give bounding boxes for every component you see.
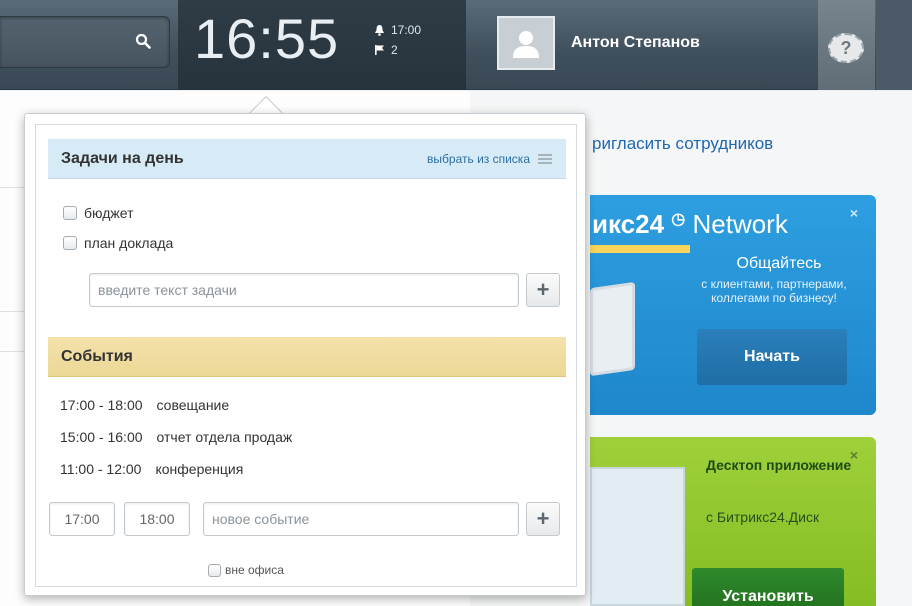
pick-from-list-link[interactable]: выбрать из списка bbox=[427, 139, 552, 179]
invite-employees-link[interactable]: ригласить сотрудников bbox=[592, 134, 773, 154]
close-icon[interactable]: × bbox=[850, 205, 858, 221]
list-menu-icon[interactable] bbox=[538, 154, 552, 164]
out-of-office-toggle[interactable]: вне офиса bbox=[208, 563, 284, 577]
avatar[interactable] bbox=[497, 16, 555, 70]
desktop-app-banner: Десктоп приложение с Битрикс24.Диск Уста… bbox=[590, 437, 876, 606]
tasks-title: Задачи на день bbox=[61, 150, 184, 167]
search-field[interactable] bbox=[0, 16, 170, 68]
user-silhouette-icon bbox=[513, 31, 539, 58]
clock-meta: 17:00 2 bbox=[374, 20, 421, 60]
clock-panel[interactable]: 16:55 17:00 2 bbox=[178, 0, 466, 90]
pick-from-list-label[interactable]: выбрать из списка bbox=[427, 139, 530, 179]
event-time: 17:00 - 18:00 bbox=[60, 397, 143, 413]
task-item[interactable]: план доклада bbox=[63, 235, 173, 251]
desktop-heading: Десктоп приложение bbox=[706, 457, 852, 473]
event-label: совещание bbox=[156, 397, 230, 413]
top-bar: 16:55 17:00 2 Антон Степанов ? bbox=[0, 0, 912, 90]
user-name[interactable]: Антон Степанов bbox=[571, 34, 700, 52]
events-header: События bbox=[48, 337, 566, 377]
out-of-office-checkbox[interactable] bbox=[208, 563, 221, 577]
task-label: план доклада bbox=[84, 235, 174, 251]
network-text: с клиентами, партнерами, коллегами по би… bbox=[701, 277, 847, 305]
logo-ribbon bbox=[590, 245, 690, 253]
new-event-input[interactable]: новое событие bbox=[203, 502, 519, 536]
add-task-button[interactable]: + bbox=[526, 273, 560, 307]
task-checkbox[interactable] bbox=[63, 206, 77, 220]
start-button[interactable]: Начать bbox=[697, 329, 847, 385]
event-time: 11:00 - 12:00 bbox=[60, 461, 142, 477]
event-item[interactable]: 15:00 - 16:00 отчет отдела продаж bbox=[60, 429, 292, 445]
flag-icon bbox=[375, 45, 384, 55]
logo-prefix: икс bbox=[592, 209, 636, 239]
task-input[interactable]: введите текст задачи bbox=[89, 273, 519, 307]
logo-word: Network bbox=[692, 209, 788, 239]
desktop-text: с Битрикс24.Диск bbox=[706, 509, 820, 525]
help-icon[interactable]: ? bbox=[828, 33, 864, 63]
event-start-time-input[interactable]: 17:00 bbox=[49, 502, 115, 536]
install-button[interactable]: Установить bbox=[692, 568, 844, 606]
out-of-office-label: вне офиса bbox=[225, 563, 284, 577]
event-end-time-input[interactable]: 18:00 bbox=[124, 502, 190, 536]
clock-time[interactable]: 16:55 bbox=[194, 6, 339, 71]
event-item[interactable]: 17:00 - 18:00 совещание bbox=[60, 397, 229, 413]
network-banner: икс24 ◷ Network Общайтесь с клиентами, п… bbox=[590, 195, 876, 415]
alarm-row: 17:00 bbox=[374, 20, 421, 40]
bell-icon bbox=[375, 25, 384, 36]
events-title: События bbox=[61, 348, 133, 365]
task-item[interactable]: бюджет bbox=[63, 205, 133, 221]
desktop-illustration bbox=[590, 467, 685, 606]
event-item[interactable]: 11:00 - 12:00 конференция bbox=[60, 461, 243, 477]
logo-num: 24 bbox=[635, 209, 665, 239]
clock-logo-icon: ◷ bbox=[671, 211, 686, 228]
tasks-header: Задачи на день выбрать из списка bbox=[48, 139, 566, 179]
popup-content: Задачи на день выбрать из списка бюджет … bbox=[35, 124, 577, 587]
topbar-edge bbox=[876, 0, 912, 90]
help-panel: ? bbox=[818, 0, 875, 90]
day-planner-popup: Задачи на день выбрать из списка бюджет … bbox=[24, 113, 586, 596]
alarm-time: 17:00 bbox=[391, 23, 422, 37]
task-label: бюджет bbox=[84, 205, 134, 221]
add-event-button[interactable]: + bbox=[526, 502, 560, 536]
search-icon[interactable] bbox=[135, 33, 151, 49]
flag-count: 2 bbox=[391, 43, 398, 57]
task-checkbox[interactable] bbox=[63, 236, 77, 250]
event-label: отчет отдела продаж bbox=[156, 429, 293, 445]
user-menu[interactable]: Антон Степанов bbox=[497, 16, 700, 70]
event-time: 15:00 - 16:00 bbox=[60, 429, 143, 445]
network-logo: икс24 ◷ Network bbox=[592, 209, 788, 240]
event-label: конференция bbox=[155, 461, 244, 477]
close-icon[interactable]: × bbox=[850, 447, 858, 463]
network-heading: Общайтесь bbox=[736, 255, 822, 272]
tablet-illustration bbox=[590, 281, 635, 377]
flag-row: 2 bbox=[374, 40, 421, 60]
